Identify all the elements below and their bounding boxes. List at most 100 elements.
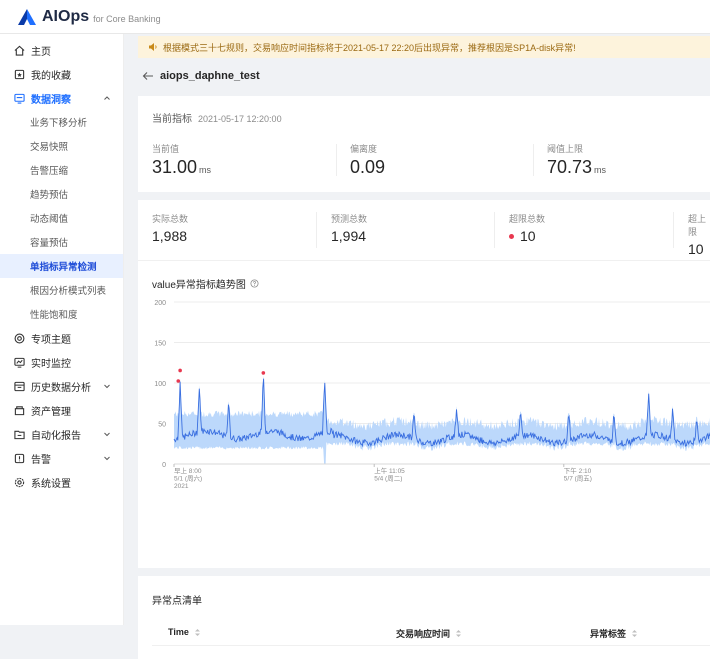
summary-value: 10 — [520, 228, 536, 244]
sidebar-item-label: 系统设置 — [31, 478, 71, 490]
divider — [494, 212, 495, 248]
x-tick-label: 上午 11:05 — [374, 466, 405, 475]
speaker-icon — [149, 43, 157, 51]
app-name: AIOps — [42, 7, 90, 25]
sidebar-subitem-transaction-snapshot[interactable]: 交易快照 — [0, 134, 123, 158]
sidebar-subitem-performance-saturation[interactable]: 性能饱和度 — [0, 302, 123, 326]
home-icon — [14, 45, 25, 56]
chevron-up-icon — [104, 96, 110, 100]
y-tick-label: 0 — [162, 462, 166, 469]
anomaly-list-title: 异常点清单 — [152, 596, 202, 607]
topic-icon — [14, 333, 25, 343]
anomaly-chart-card: 实际总数 1,988 预测总数 1,994 超限总数 10 超上限 10 val… — [138, 200, 710, 568]
sidebar-item-label: 实时监控 — [31, 358, 71, 370]
sidebar-subitem-root-cause-patterns[interactable]: 根因分析模式列表 — [0, 278, 123, 302]
current-metric-timestamp: 2021-05-17 12:20:00 — [198, 114, 282, 124]
divider — [673, 212, 674, 248]
settings-icon — [14, 477, 25, 487]
chevron-down-icon — [104, 432, 110, 437]
asset-icon — [14, 405, 25, 415]
sort-icon — [194, 628, 200, 636]
sidebar-item-topics[interactable]: 专项主题 — [0, 326, 123, 350]
sidebar-item-history-analysis[interactable]: 历史数据分析 — [0, 374, 123, 398]
sidebar-item-label: 专项主题 — [31, 334, 71, 346]
y-tick-label: 100 — [154, 381, 166, 388]
x-tick-label: 5/7 (周五) — [564, 475, 592, 483]
sidebar-subitem-business-shift[interactable]: 业务下移分析 — [0, 110, 123, 134]
sidebar-item-label: 自动化报告 — [31, 430, 81, 442]
x-tick-label: 下午 2:10 — [564, 466, 592, 475]
anomaly-trend-chart[interactable]: 050100150200早上 8:005/1 (周六)2021上午 11:055… — [138, 290, 710, 568]
alarm-icon — [14, 453, 25, 463]
sidebar-item-alarm[interactable]: 告警 — [0, 446, 123, 470]
sidebar-item-auto-report[interactable]: 自动化报告 — [0, 422, 123, 446]
chart-title-text: value异常指标趋势图 — [152, 280, 246, 291]
column-header-anomaly-tag[interactable]: 异常标签 — [590, 627, 638, 640]
chevron-down-icon — [104, 456, 110, 461]
summary-label: 预测总数 — [331, 214, 368, 224]
stat-threshold-upper: 阈值上限 70.73 ms — [547, 142, 606, 178]
column-header-label: 交易响应时间 — [396, 629, 451, 639]
sidebar-subitem-capacity-forecast[interactable]: 容量预估 — [0, 230, 123, 254]
summary-value: 1,994 — [331, 228, 367, 244]
aiops-logo-icon — [18, 8, 36, 25]
summary-over-upper-limit: 超上限 10 — [688, 212, 710, 257]
anomaly-point — [178, 368, 182, 373]
divider — [533, 144, 534, 176]
summary-actual-total: 实际总数 1,988 — [152, 212, 188, 244]
current-metric-card: 当前指标 2021-05-17 12:20:00 当前值 31.00 ms 偏离度 … — [138, 96, 710, 192]
current-metric-title: 当前指标 2021-05-17 12:20:00 — [152, 110, 282, 125]
anomaly-dot-icon — [509, 233, 514, 239]
sidebar-item-home[interactable]: 主页 — [0, 38, 123, 62]
anomaly-point — [176, 379, 181, 383]
divider — [316, 212, 317, 248]
summary-predicted-total: 预测总数 1,994 — [331, 212, 367, 244]
stat-label: 偏离度 — [350, 144, 378, 154]
column-header-time[interactable]: Time — [168, 627, 201, 637]
history-icon — [14, 381, 25, 391]
sidebar-item-favorites[interactable]: 我的收藏 — [0, 62, 123, 86]
anomaly-point — [261, 371, 266, 375]
summary-label: 实际总数 — [152, 214, 189, 224]
back-arrow-icon[interactable] — [142, 71, 154, 81]
stat-deviation: 偏离度 0.09 — [350, 142, 387, 178]
prediction-notice: 根据模式三十七规则，交易响应时间指标将于2021-05-17 22:20后出现异… — [138, 36, 710, 58]
x-tick-label: 5/4 (周二) — [374, 475, 402, 483]
breadcrumb: aiops_daphne_test — [142, 68, 260, 84]
sidebar-subitem-single-metric-anomaly[interactable]: 单指标异常检测 — [0, 254, 123, 278]
report-icon — [14, 430, 25, 439]
y-tick-label: 50 — [158, 422, 166, 429]
favorite-icon — [14, 69, 25, 79]
divider — [138, 260, 710, 261]
summary-label: 超上限 — [688, 214, 707, 237]
sidebar-subitem-dynamic-threshold[interactable]: 动态阈值 — [0, 206, 123, 230]
sidebar-item-data-insight[interactable]: 数据洞察 — [0, 86, 123, 110]
column-header-label: Time — [168, 627, 189, 637]
sidebar-item-realtime-monitor[interactable]: 实时监控 — [0, 350, 123, 374]
stat-label: 阈值上限 — [547, 144, 584, 154]
sidebar-item-label: 告警 — [31, 454, 51, 466]
monitor-icon — [14, 357, 25, 368]
stat-current-value: 当前值 31.00 ms — [152, 142, 211, 178]
stat-value: 31.00 — [152, 157, 198, 177]
help-circle-icon[interactable] — [250, 279, 259, 288]
sidebar-item-asset-management[interactable]: 资产管理 — [0, 398, 123, 422]
sidebar-item-system-settings[interactable]: 系统设置 — [0, 470, 123, 494]
summary-label: 超限总数 — [509, 214, 546, 224]
y-tick-label: 200 — [154, 300, 166, 307]
divider — [336, 144, 337, 176]
x-tick-label: 2021 — [174, 483, 189, 490]
summary-value: 1,988 — [152, 228, 188, 244]
column-header-response-time[interactable]: 交易响应时间 — [396, 627, 462, 640]
page-title: aiops_daphne_test — [160, 70, 260, 82]
column-header-label: 异常标签 — [590, 629, 627, 639]
sidebar-item-label: 资产管理 — [31, 406, 71, 418]
top-bar: AIOps for Core Banking — [0, 0, 710, 34]
stat-label: 当前值 — [152, 144, 180, 154]
current-metric-label: 当前指标 — [152, 114, 192, 125]
sidebar-subitem-trend-forecast[interactable]: 趋势预估 — [0, 182, 123, 206]
sidebar-item-label: 历史数据分析 — [31, 382, 91, 394]
chart-title: value异常指标趋势图 — [152, 276, 259, 291]
y-tick-label: 150 — [154, 341, 166, 348]
sidebar-subitem-alarm-compression[interactable]: 告警压缩 — [0, 158, 123, 182]
